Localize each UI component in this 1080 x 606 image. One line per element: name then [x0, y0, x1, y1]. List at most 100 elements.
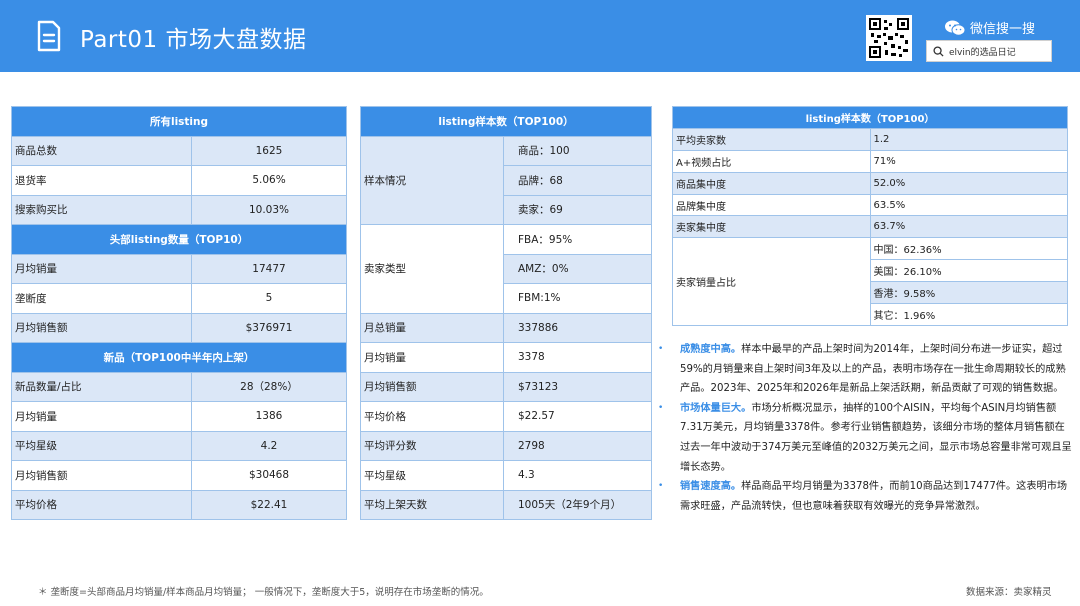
- row-value: 337886: [502, 312, 653, 343]
- row-value: 香港：9.58%: [869, 281, 1068, 305]
- row-value: 10.03%: [191, 194, 347, 225]
- note-title: 市场体量巨大。: [680, 402, 752, 414]
- table-row: 月均销量 1386: [11, 401, 347, 432]
- footnote: ＊ 垄断度=头部商品月均销量/样本商品月均销量； 一般情况下，垄断度大于5，说明…: [38, 587, 489, 598]
- seller-stats-table: listing样本数（TOP100） 平均卖家数 1.2 A+视频占比 71% 商品…: [672, 106, 1068, 326]
- table-row: 平均星级 4.2: [11, 430, 347, 461]
- table-row: 样本情况 商品：100: [360, 135, 653, 225]
- row-label: 平均卖家数: [672, 127, 871, 151]
- row-value: 其它：1.96%: [869, 303, 1068, 326]
- row-label: 月均销售额: [11, 312, 192, 343]
- row-value: 52.0%: [869, 171, 1068, 195]
- table-row: 月均销量 17477: [11, 253, 347, 284]
- section-heading: 头部listing数量（TOP10）: [11, 224, 347, 255]
- table-row: 垄断度 5: [11, 283, 347, 314]
- search-icon: [933, 45, 944, 57]
- search-input[interactable]: elvin的选品日记: [926, 40, 1052, 62]
- row-value: 1386: [191, 401, 347, 432]
- table-row: 月均销售额 $376971: [11, 312, 347, 343]
- row-label: 品牌集中度: [672, 193, 871, 217]
- row-label: 新品数量/占比: [11, 371, 192, 402]
- row-value: 美国：26.10%: [869, 259, 1068, 283]
- row-label: 月均销售额: [360, 371, 504, 402]
- qr-code-icon[interactable]: [866, 15, 912, 61]
- row-value: 3378: [502, 342, 653, 373]
- row-value: 28（28%）: [191, 371, 347, 402]
- sample-listing-table: listing样本数（TOP100） 样本情况 商品：100 品牌：68 卖家：6…: [360, 106, 653, 520]
- group-label: 样本情况: [360, 135, 504, 225]
- table-row: 商品集中度 52.0%: [672, 171, 1068, 195]
- table-row: 卖家销量占比 中国：62.36%: [672, 237, 1068, 326]
- bullet-icon: •: [658, 402, 664, 413]
- row-value: 4.3: [502, 460, 653, 491]
- row-label: 平均评分数: [360, 430, 504, 461]
- note-title: 成熟度中高。: [680, 344, 742, 355]
- table-row: 平均价格 $22.41: [11, 489, 347, 520]
- row-value: 中国：62.36%: [869, 237, 1068, 261]
- row-value: $22.41: [191, 489, 347, 520]
- table-row: 新品数量/占比 28（28%）: [11, 371, 347, 402]
- row-label: 退货率: [11, 165, 192, 196]
- row-label: A+视频占比: [672, 149, 871, 173]
- table-row: 月均销售额 $30468: [11, 460, 347, 491]
- table-row: 卖家集中度 63.7%: [672, 215, 1068, 239]
- row-value: 1.2: [869, 127, 1068, 151]
- note-item: • 销售速度高。样品商品平均月销量为3378件，而前10商品达到17477件。这…: [656, 477, 1072, 516]
- row-value: $22.57: [502, 401, 653, 432]
- row-label: 搜索购买比: [11, 194, 192, 225]
- table-row: 平均价格 $22.57: [360, 401, 653, 432]
- section-heading: 新品（TOP100中半年内上架）: [11, 342, 347, 373]
- row-label: 月均销量: [11, 253, 192, 284]
- row-label: 月均销售额: [11, 460, 192, 491]
- row-label: 平均价格: [360, 401, 504, 432]
- search-text: elvin的选品日记: [949, 47, 1016, 58]
- table-row: 搜索购买比 10.03%: [11, 194, 347, 225]
- table-row: 退货率 5.06%: [11, 165, 347, 196]
- wechat-search-label: 微信搜一搜: [944, 18, 1035, 37]
- table-row: 品牌集中度 63.5%: [672, 193, 1068, 217]
- row-value: AMZ：0%: [502, 253, 653, 284]
- header-bar: Part01 市场大盘数据 微信搜一搜 elvin的选品日记: [0, 0, 1080, 72]
- row-label: 月均销量: [360, 342, 504, 373]
- bullet-icon: •: [658, 344, 664, 354]
- row-value: 4.2: [191, 430, 347, 461]
- row-label: 平均价格: [11, 489, 192, 520]
- row-value: FBA：95%: [502, 224, 653, 255]
- row-value: 17477: [191, 253, 347, 284]
- row-value: 1625: [191, 135, 347, 166]
- row-label: 垄断度: [11, 283, 192, 314]
- row-value: 5: [191, 283, 347, 314]
- table-row: 商品总数 1625: [11, 135, 347, 166]
- note-title: 销售速度高。: [680, 481, 742, 493]
- table-row: 月总销量 337886: [360, 312, 653, 343]
- row-value: 1005天（2年9个月）: [502, 489, 653, 520]
- row-value: $73123: [502, 371, 653, 402]
- table-row: 平均星级 4.3: [360, 460, 653, 491]
- all-listing-table: 所有listing 商品总数 1625 退货率 5.06% 搜索购买比 10.03% …: [11, 106, 347, 520]
- wechat-icon: [945, 20, 966, 36]
- row-value: FBM:1%: [502, 283, 653, 314]
- table-row: 平均上架天数 1005天（2年9个月）: [360, 489, 653, 520]
- row-label: 平均星级: [360, 460, 504, 491]
- table-row: 平均卖家数 1.2: [672, 127, 1068, 151]
- table-heading: listing样本数（TOP100）: [360, 106, 652, 137]
- bullet-icon: •: [658, 481, 664, 492]
- row-label: 商品总数: [11, 135, 192, 166]
- row-value: 63.7%: [869, 215, 1068, 239]
- note-item: • 市场体量巨大。市场分析概况显示，抽样的100个AISIN，平均每个ASIN月…: [656, 399, 1072, 477]
- row-label: 平均上架天数: [360, 489, 504, 520]
- page-title: Part01 市场大盘数据: [80, 27, 307, 53]
- row-value: 5.06%: [191, 165, 347, 196]
- row-label: 平均星级: [11, 430, 192, 461]
- analysis-notes: • 成熟度中高。样本中最早的产品上架时间为2014年，上架时间分布进一步证实，超…: [656, 340, 1072, 516]
- row-value: $30468: [191, 460, 347, 491]
- document-icon: [37, 20, 61, 52]
- table-heading: listing样本数（TOP100）: [672, 106, 1068, 129]
- wechat-label: 微信搜一搜: [970, 22, 1036, 37]
- table-row: 卖家类型 FBA：95%: [360, 224, 653, 314]
- table-row: 月均销售额 $73123: [360, 371, 653, 402]
- row-label: 商品集中度: [672, 171, 871, 195]
- row-label: 月均销量: [11, 401, 192, 432]
- row-value: 品牌：68: [502, 165, 653, 196]
- row-label: 月总销量: [360, 312, 504, 343]
